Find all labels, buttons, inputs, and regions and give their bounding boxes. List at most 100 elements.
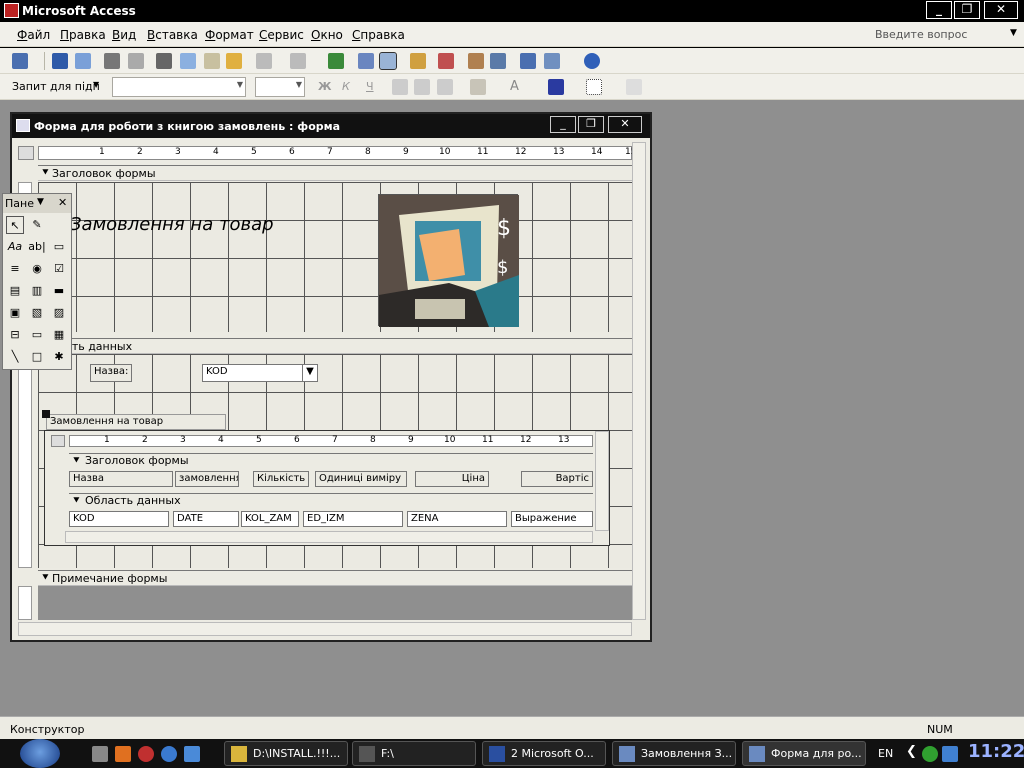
cut-icon[interactable] <box>156 53 172 69</box>
align-right-icon[interactable] <box>437 79 453 95</box>
form-minimize-button[interactable]: _ <box>550 116 576 133</box>
task-forma[interactable]: Форма для ро... <box>742 741 866 766</box>
print-preview-icon[interactable] <box>128 53 144 69</box>
bold-button[interactable]: Ж <box>318 80 331 93</box>
subform-label[interactable]: Замовлення на товар <box>46 414 226 430</box>
ie-icon[interactable] <box>161 746 177 762</box>
form-vertical-scrollbar[interactable] <box>632 142 646 620</box>
subform-header-bar[interactable]: ⯆ Заголовок формы <box>69 453 593 467</box>
chevron-down-icon[interactable]: ▼ <box>37 197 44 207</box>
print-icon[interactable] <box>104 53 120 69</box>
field-date[interactable]: DATE <box>173 511 239 527</box>
copy-icon[interactable] <box>180 53 196 69</box>
image-tool-icon[interactable]: ▣ <box>6 304 24 322</box>
header-odynytsi[interactable]: Одиниці виміру <box>315 471 407 487</box>
build-icon[interactable] <box>490 53 506 69</box>
italic-button[interactable]: К <box>342 80 350 93</box>
new-object-icon[interactable] <box>544 53 560 69</box>
underline-button[interactable]: Ч <box>366 80 374 93</box>
field-zena[interactable]: ZENA <box>407 511 507 527</box>
paste-icon[interactable] <box>204 53 220 69</box>
toggle-button-icon[interactable]: ≡ <box>6 260 24 278</box>
menu-window[interactable]: Окно <box>311 28 343 42</box>
combo-box-tool-icon[interactable]: ▤ <box>6 282 24 300</box>
chevron-left-icon[interactable]: ❮ <box>906 744 917 759</box>
chevron-down-icon[interactable]: ▼ <box>93 80 99 89</box>
name-label[interactable]: Назва: <box>90 364 132 382</box>
quicklaunch-icon[interactable] <box>92 746 108 762</box>
option-group-icon[interactable]: ▭ <box>50 238 68 256</box>
toolbox-icon[interactable] <box>379 52 397 70</box>
form-header-bar[interactable]: ⯆ Заголовок формы <box>38 165 632 181</box>
tab-control-icon[interactable]: ▭ <box>28 326 46 344</box>
font-size-combo[interactable]: ▼ <box>255 77 305 97</box>
menu-edit[interactable]: Правка <box>60 28 106 42</box>
start-button[interactable] <box>20 739 60 768</box>
form-title-label[interactable]: Замовлення на товар <box>70 214 274 235</box>
line-width-icon[interactable] <box>586 79 602 95</box>
menu-file[interactable]: Файл <box>17 28 50 42</box>
header-kilkist[interactable]: Кількість <box>253 471 309 487</box>
task-install[interactable]: D:\INSTALL.!!!... <box>224 741 348 766</box>
form-close-button[interactable]: ✕ <box>608 116 642 133</box>
menu-format[interactable]: Формат <box>205 28 254 42</box>
subform-detail-bar[interactable]: ⯆ Область данных <box>69 493 593 507</box>
chevron-down-icon[interactable]: ▼ <box>302 364 318 382</box>
form-selector[interactable] <box>18 146 34 160</box>
chevron-down-icon[interactable]: ▼ <box>1010 28 1017 38</box>
network-icon[interactable] <box>942 746 958 762</box>
move-handle[interactable] <box>42 410 50 418</box>
font-name-combo[interactable]: ▼ <box>112 77 246 97</box>
desktop-icon[interactable] <box>184 746 200 762</box>
redo-icon[interactable] <box>290 53 306 69</box>
form-footer-bar[interactable]: ⯆ Примечание формы <box>38 570 632 586</box>
detail-section-bar[interactable]: ласть данных <box>38 338 632 354</box>
menu-insert[interactable]: Вставка <box>147 28 198 42</box>
field-kod[interactable]: KOD <box>69 511 169 527</box>
form-restore-button[interactable]: ❐ <box>578 116 604 133</box>
align-left-icon[interactable] <box>392 79 408 95</box>
subform-vertical-scrollbar[interactable] <box>595 431 609 531</box>
command-button-icon[interactable]: ▬ <box>50 282 68 300</box>
checkbox-tool-icon[interactable]: ☑ <box>50 260 68 278</box>
field-list-icon[interactable] <box>358 53 374 69</box>
restore-button[interactable]: ❐ <box>954 1 980 19</box>
task-word[interactable]: 2 Microsoft O... <box>482 741 606 766</box>
menu-view[interactable]: Вид <box>112 28 136 42</box>
header-nazva[interactable]: Назва <box>69 471 173 487</box>
select-objects-icon[interactable]: ↖ <box>6 216 24 234</box>
field-expression[interactable]: Выражение <box>511 511 593 527</box>
task-zamovlennya[interactable]: Замовлення З... <box>612 741 736 766</box>
label-tool-icon[interactable]: Aa <box>6 238 24 256</box>
special-effect-icon[interactable] <box>626 79 642 95</box>
align-center-icon[interactable] <box>414 79 430 95</box>
list-box-tool-icon[interactable]: ▥ <box>28 282 46 300</box>
taskbar-clock[interactable]: 11:22 <box>968 741 1024 762</box>
unbound-object-icon[interactable]: ▧ <box>28 304 46 322</box>
object-selector[interactable]: Запит для підп <box>12 80 100 93</box>
database-window-icon[interactable] <box>520 53 536 69</box>
view-icon[interactable] <box>12 53 28 69</box>
toolbox-title-bar[interactable]: Пане ▼ ✕ <box>3 194 71 213</box>
help-icon[interactable] <box>584 53 600 69</box>
task-f-drive[interactable]: F:\ <box>352 741 476 766</box>
line-tool-icon[interactable]: ╲ <box>6 348 24 366</box>
line-color-icon[interactable] <box>548 79 564 95</box>
hyperlink-icon[interactable] <box>328 53 344 69</box>
fill-color-icon[interactable] <box>470 79 486 95</box>
save-icon[interactable] <box>52 53 68 69</box>
language-indicator[interactable]: EN <box>878 747 893 760</box>
minimize-button[interactable]: _ <box>926 1 952 19</box>
subform-selector[interactable] <box>51 435 65 447</box>
quicklaunch-icon[interactable] <box>138 746 154 762</box>
autoformat-icon[interactable] <box>410 53 426 69</box>
field-kol-zam[interactable]: KOL_ZAM <box>241 511 299 527</box>
field-ed-izm[interactable]: ED_IZM <box>303 511 403 527</box>
menu-tools[interactable]: Сервис <box>259 28 304 42</box>
close-icon[interactable]: ✕ <box>58 196 67 209</box>
menu-help[interactable]: Справка <box>352 28 405 42</box>
clipart-image[interactable]: $ $ <box>378 194 519 327</box>
bound-object-icon[interactable]: ▨ <box>50 304 68 322</box>
subform-horizontal-scrollbar[interactable] <box>65 531 593 543</box>
code-icon[interactable] <box>438 53 454 69</box>
